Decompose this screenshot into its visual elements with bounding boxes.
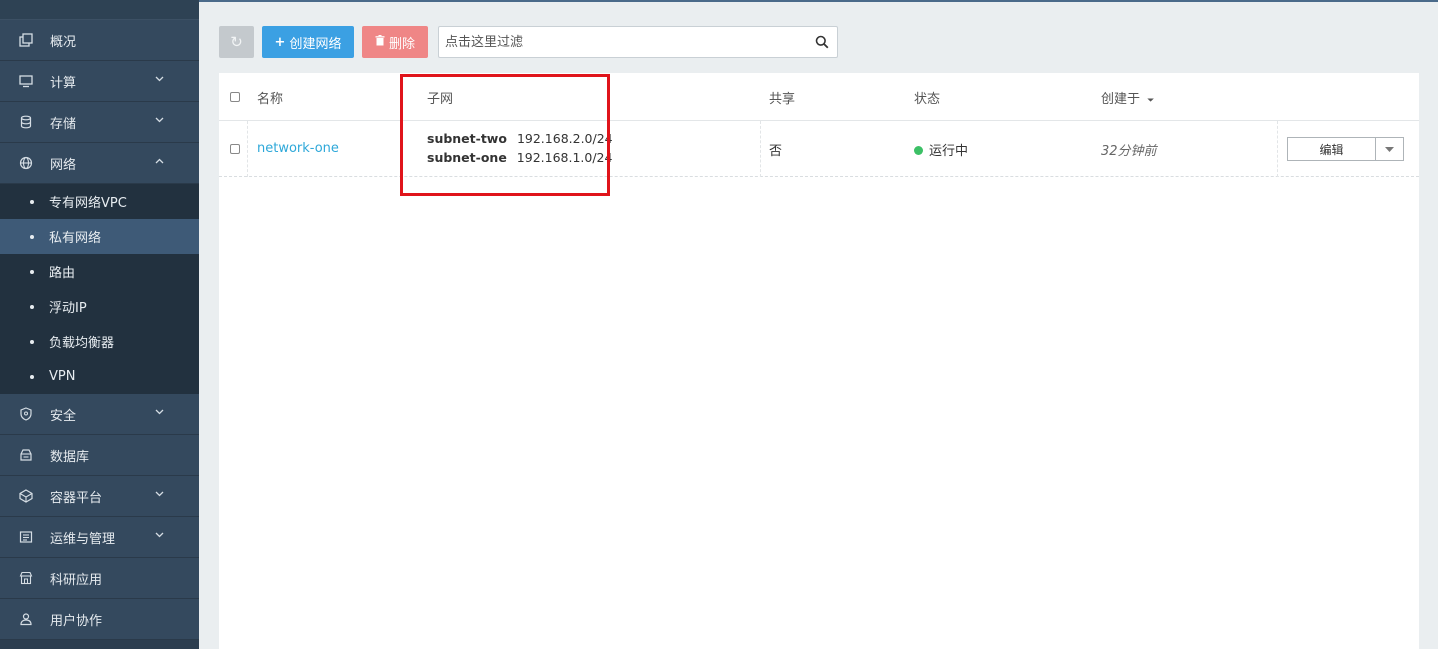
actions-dropdown-toggle[interactable] [1376,137,1404,161]
database-icon [19,115,33,129]
header-created[interactable]: 创建于 ⏷ [1101,88,1154,107]
monitor-icon [19,74,33,88]
header-shared[interactable]: 共享 [769,88,795,107]
sidebar-subitem-load-balancer[interactable]: 负载均衡器 [0,324,199,359]
chevron-down-icon [155,407,164,418]
sidebar-item-label: 网络 [50,157,77,173]
sidebar-item-label: 安全 [50,408,77,424]
created-time: 32分钟前 [1101,144,1157,159]
sidebar-item-overview[interactable]: 概况 [0,20,199,61]
users-icon [19,612,33,626]
store-icon [19,571,33,585]
bullet-icon [30,234,34,239]
delete-button[interactable]: 删除 [362,26,428,58]
sidebar-item-label: 运维与管理 [50,531,116,547]
bullet-icon [30,269,34,274]
sidebar-item-storage[interactable]: 存储 [0,102,199,143]
sidebar-subitem-private-network[interactable]: 私有网络 [0,219,199,254]
bullet-icon [30,374,34,379]
sort-desc-icon: ⏷ [1147,96,1155,106]
create-network-button[interactable]: + 创建网络 [262,26,354,58]
sidebar-item-research-apps[interactable]: 科研应用 [0,558,199,599]
select-all-checkbox[interactable] [230,92,240,102]
sidebar-item-compute[interactable]: 计算 [0,61,199,102]
chevron-down-icon [155,115,164,126]
toolbar: ↻ + 创建网络 删除 [219,26,838,58]
sidebar-item-label: 存储 [50,116,77,132]
refresh-icon: ↻ [230,33,243,51]
table-row: network-one subnet-two 192.168.2.0/24 sub… [219,121,1419,177]
sidebar-subitem-router[interactable]: 路由 [0,254,199,289]
network-submenu: 专有网络VPC 私有网络 路由 浮动IP 负载均衡器 VPN [0,184,199,394]
plus-icon: + [274,34,286,50]
subnet-highlight-box [400,74,610,196]
subitem-label: VPN [49,369,76,384]
table-header: 名称 子网 共享 状态 创建于 ⏷ [219,73,1419,121]
subitem-label: 路由 [49,266,76,281]
shared-value: 否 [769,144,783,159]
sidebar-item-label: 用户协作 [50,613,103,629]
subitem-label: 负载均衡器 [49,336,115,351]
refresh-button[interactable]: ↻ [219,26,254,58]
search-icon[interactable] [815,35,829,49]
overview-icon [19,33,33,47]
delete-label: 删除 [388,36,415,52]
chevron-up-icon [155,156,164,167]
sidebar-subitem-vpc[interactable]: 专有网络VPC [0,184,199,219]
header-created-label: 创建于 [1101,92,1141,107]
sidebar-item-security[interactable]: 安全 [0,394,199,435]
chevron-down-icon [155,530,164,541]
status-cell: 运行中 [914,140,968,159]
filter-box [438,26,838,58]
create-network-label: 创建网络 [289,36,342,52]
sidebar-item-label: 数据库 [50,449,90,465]
sidebar-top-strip [0,0,199,20]
column-divider [760,121,761,177]
subitem-label: 专有网络VPC [49,196,127,211]
column-divider [1277,121,1278,177]
sidebar-item-ops[interactable]: 运维与管理 [0,517,199,558]
sidebar-item-label: 容器平台 [50,490,103,506]
edit-button[interactable]: 编辑 [1287,137,1376,161]
subitem-label: 私有网络 [49,231,102,246]
subitem-label: 浮动IP [49,301,87,316]
sidebar-item-label: 概况 [50,34,77,50]
sidebar-item-label: 计算 [50,75,77,91]
sidebar-item-database[interactable]: 数据库 [0,435,199,476]
shield-icon [19,407,33,421]
network-icon [19,156,33,170]
top-border [199,0,1438,2]
sidebar: 概况 计算 存储 网络 专有网络VPC 私有网络 路由 浮动IP 负载均衡器 V… [0,0,199,649]
row-checkbox[interactable] [230,144,240,154]
chevron-down-icon [155,489,164,500]
sidebar-item-network[interactable]: 网络 [0,143,199,184]
db-icon [19,448,33,462]
chevron-down-icon [155,74,164,85]
sidebar-subitem-vpn[interactable]: VPN [0,359,199,394]
sidebar-item-collaboration[interactable]: 用户协作 [0,599,199,640]
sidebar-item-container-platform[interactable]: 容器平台 [0,476,199,517]
bullet-icon [30,339,34,344]
row-actions: 编辑 [1287,137,1404,161]
header-status[interactable]: 状态 [914,88,940,107]
column-divider [247,121,248,177]
ops-icon [19,530,33,544]
sidebar-item-label: 科研应用 [50,572,103,588]
bullet-icon [30,199,34,204]
container-icon [19,489,33,503]
network-table: 名称 子网 共享 状态 创建于 ⏷ network-one subnet-two… [219,73,1419,649]
sidebar-subitem-floating-ip[interactable]: 浮动IP [0,289,199,324]
bullet-icon [30,304,34,309]
trash-icon [375,34,385,50]
status-running-icon [914,146,923,155]
filter-input[interactable] [439,28,799,56]
network-name-link[interactable]: network-one [257,141,339,156]
header-name[interactable]: 名称 [257,88,283,107]
status-text: 运行中 [929,144,969,159]
caret-down-icon [1385,146,1394,152]
